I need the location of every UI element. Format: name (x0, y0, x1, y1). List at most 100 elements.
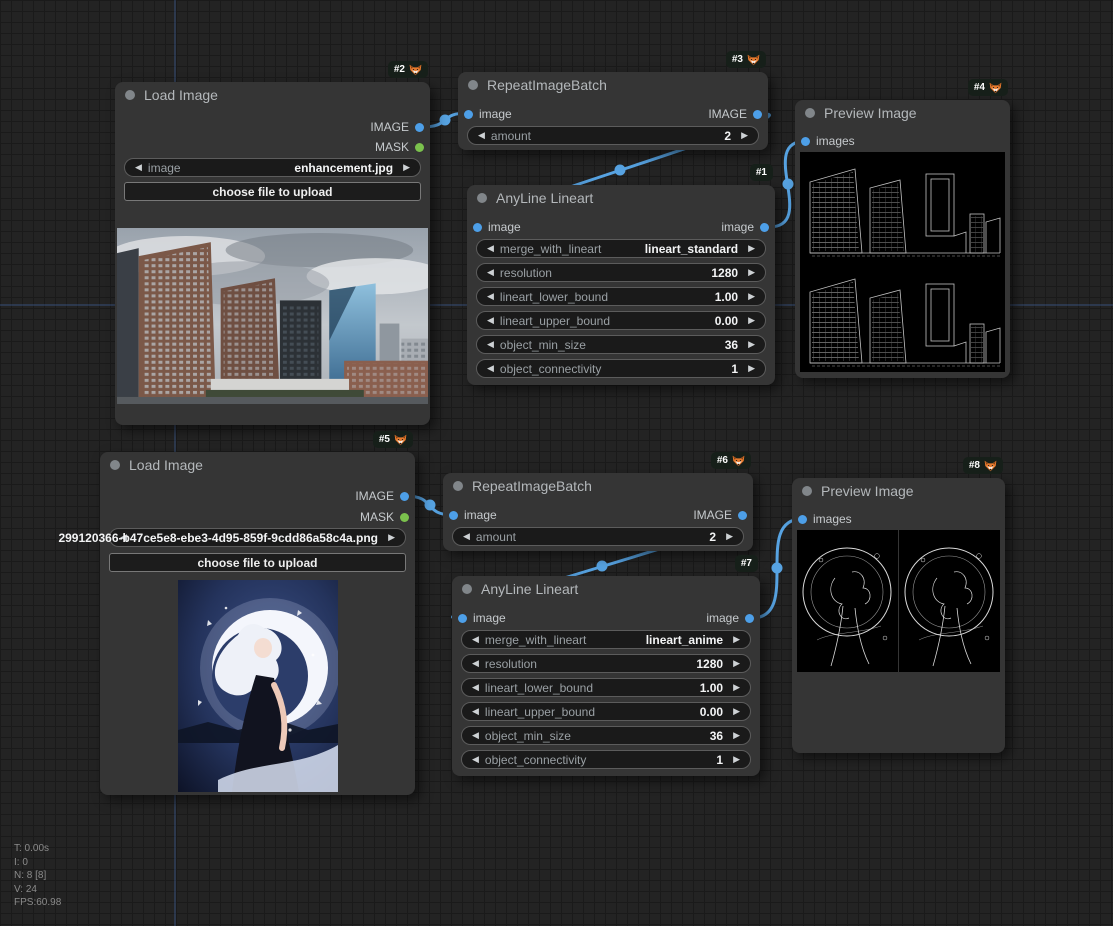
slot-dot-icon[interactable] (760, 223, 769, 232)
slot-dot-icon[interactable] (415, 143, 424, 152)
output-slot-mask[interactable]: MASK (360, 508, 409, 526)
combo-widget-image[interactable]: ◀ image enhancement.jpg ▶ (124, 158, 421, 177)
increment-arrow-icon[interactable]: ▶ (745, 244, 758, 253)
number-widget-object-connectivity[interactable]: ◀ object_connectivity 1 ▶ (476, 359, 766, 378)
output-slot-image[interactable]: IMAGE (355, 487, 409, 505)
decrement-arrow-icon[interactable]: ◀ (484, 268, 497, 277)
output-slot-image[interactable]: IMAGE (693, 506, 747, 524)
increment-arrow-icon[interactable]: ▶ (745, 268, 758, 277)
node-title-bar[interactable]: Preview Image (795, 100, 1010, 126)
node-load-image-5[interactable]: #5 Load Image IMAGE MASK ◀ 299120366-b47… (100, 452, 415, 795)
increment-arrow-icon[interactable]: ▶ (730, 659, 743, 668)
input-slot-image[interactable]: image (464, 105, 512, 123)
decrement-arrow-icon[interactable]: ◀ (484, 244, 497, 253)
node-title-bar[interactable]: Load Image (100, 452, 415, 478)
increment-arrow-icon[interactable]: ▶ (745, 364, 758, 373)
node-load-image-2[interactable]: #2 Load Image IMAGE MASK ◀ image enhance… (115, 82, 430, 425)
input-slot-image[interactable]: image (458, 609, 506, 627)
node-title-bar[interactable]: Load Image (115, 82, 430, 108)
combo-widget-merge-with-lineart[interactable]: ◀ merge_with_lineart lineart_standard ▶ (476, 239, 766, 258)
slot-dot-icon[interactable] (400, 513, 409, 522)
slot-dot-icon[interactable] (745, 614, 754, 623)
decrement-arrow-icon[interactable]: ◀ (469, 659, 482, 668)
increment-arrow-icon[interactable]: ▶ (738, 131, 751, 140)
increment-arrow-icon[interactable]: ▶ (730, 731, 743, 740)
output-slot-image[interactable]: image (706, 609, 754, 627)
slot-dot-icon[interactable] (753, 110, 762, 119)
number-widget-lineart-upper-bound[interactable]: ◀ lineart_upper_bound 0.00 ▶ (476, 311, 766, 330)
node-title-bar[interactable]: RepeatImageBatch (458, 72, 768, 98)
number-widget-amount[interactable]: ◀ amount 2 ▶ (467, 126, 759, 145)
decrement-arrow-icon[interactable]: ◀ (469, 731, 482, 740)
output-slot-image[interactable]: IMAGE (370, 118, 424, 136)
node-collapse-dot-icon[interactable] (477, 193, 487, 203)
increment-arrow-icon[interactable]: ▶ (730, 755, 743, 764)
node-collapse-dot-icon[interactable] (802, 486, 812, 496)
slot-dot-icon[interactable] (801, 137, 810, 146)
node-title-bar[interactable]: RepeatImageBatch (443, 473, 753, 499)
node-collapse-dot-icon[interactable] (125, 90, 135, 100)
combo-widget-image-filename[interactable]: ◀ 299120366-b47ce5e8-ebe3-4d95-859f-9cdd… (109, 528, 406, 547)
slot-dot-icon[interactable] (473, 223, 482, 232)
slot-dot-icon[interactable] (798, 515, 807, 524)
slot-dot-icon[interactable] (458, 614, 467, 623)
number-widget-resolution[interactable]: ◀ resolution 1280 ▶ (461, 654, 751, 673)
increment-arrow-icon[interactable]: ▶ (723, 532, 736, 541)
decrement-arrow-icon[interactable]: ◀ (469, 683, 482, 692)
node-collapse-dot-icon[interactable] (453, 481, 463, 491)
increment-arrow-icon[interactable]: ▶ (745, 292, 758, 301)
node-anyline-lineart-7[interactable]: #7 AnyLine Lineart image image ◀ merge_w… (452, 576, 760, 776)
node-preview-image-4[interactable]: #4 Preview Image images (795, 100, 1010, 378)
node-collapse-dot-icon[interactable] (468, 80, 478, 90)
input-slot-image[interactable]: image (473, 218, 521, 236)
slot-dot-icon[interactable] (415, 123, 424, 132)
slot-dot-icon[interactable] (738, 511, 747, 520)
slot-dot-icon[interactable] (449, 511, 458, 520)
increment-arrow-icon[interactable]: ▶ (730, 635, 743, 644)
node-title-bar[interactable]: AnyLine Lineart (467, 185, 775, 211)
decrement-arrow-icon[interactable]: ◀ (469, 755, 482, 764)
choose-file-button[interactable]: choose file to upload (109, 553, 406, 572)
increment-arrow-icon[interactable]: ▶ (745, 340, 758, 349)
slot-dot-icon[interactable] (464, 110, 473, 119)
decrement-arrow-icon[interactable]: ◀ (469, 635, 482, 644)
choose-file-button[interactable]: choose file to upload (124, 182, 421, 201)
node-collapse-dot-icon[interactable] (110, 460, 120, 470)
increment-arrow-icon[interactable]: ▶ (730, 683, 743, 692)
node-canvas[interactable]: #2 Load Image IMAGE MASK ◀ image enhance… (0, 0, 1113, 926)
decrement-arrow-icon[interactable]: ◀ (484, 316, 497, 325)
increment-arrow-icon[interactable]: ▶ (745, 316, 758, 325)
node-title-bar[interactable]: AnyLine Lineart (452, 576, 760, 602)
decrement-arrow-icon[interactable]: ◀ (484, 364, 497, 373)
decrement-arrow-icon[interactable]: ◀ (484, 340, 497, 349)
node-repeat-image-batch-3[interactable]: #3 RepeatImageBatch image IMAGE ◀ amount… (458, 72, 768, 150)
number-widget-object-connectivity[interactable]: ◀ object_connectivity 1 ▶ (461, 750, 751, 769)
combo-widget-merge-with-lineart[interactable]: ◀ merge_with_lineart lineart_anime ▶ (461, 630, 751, 649)
node-anyline-lineart-1[interactable]: #1 AnyLine Lineart image image ◀ merge_w… (467, 185, 775, 385)
output-slot-image[interactable]: image (721, 218, 769, 236)
number-widget-lineart-lower-bound[interactable]: ◀ lineart_lower_bound 1.00 ▶ (461, 678, 751, 697)
node-collapse-dot-icon[interactable] (805, 108, 815, 118)
decrement-arrow-icon[interactable]: ◀ (132, 163, 145, 172)
number-widget-amount[interactable]: ◀ amount 2 ▶ (452, 527, 744, 546)
number-widget-resolution[interactable]: ◀ resolution 1280 ▶ (476, 263, 766, 282)
input-slot-images[interactable]: images (801, 132, 855, 150)
increment-arrow-icon[interactable]: ▶ (730, 707, 743, 716)
number-widget-object-min-size[interactable]: ◀ object_min_size 36 ▶ (461, 726, 751, 745)
number-widget-object-min-size[interactable]: ◀ object_min_size 36 ▶ (476, 335, 766, 354)
output-slot-mask[interactable]: MASK (375, 138, 424, 156)
input-slot-images[interactable]: images (798, 510, 852, 528)
node-collapse-dot-icon[interactable] (462, 584, 472, 594)
decrement-arrow-icon[interactable]: ◀ (475, 131, 488, 140)
number-widget-lineart-lower-bound[interactable]: ◀ lineart_lower_bound 1.00 ▶ (476, 287, 766, 306)
node-title-bar[interactable]: Preview Image (792, 478, 1005, 504)
increment-arrow-icon[interactable]: ▶ (385, 533, 398, 542)
node-preview-image-8[interactable]: #8 Preview Image images (792, 478, 1005, 753)
increment-arrow-icon[interactable]: ▶ (400, 163, 413, 172)
output-slot-image[interactable]: IMAGE (708, 105, 762, 123)
input-slot-image[interactable]: image (449, 506, 497, 524)
number-widget-lineart-upper-bound[interactable]: ◀ lineart_upper_bound 0.00 ▶ (461, 702, 751, 721)
decrement-arrow-icon[interactable]: ◀ (460, 532, 473, 541)
decrement-arrow-icon[interactable]: ◀ (484, 292, 497, 301)
node-repeat-image-batch-6[interactable]: #6 RepeatImageBatch image IMAGE ◀ amount… (443, 473, 753, 551)
